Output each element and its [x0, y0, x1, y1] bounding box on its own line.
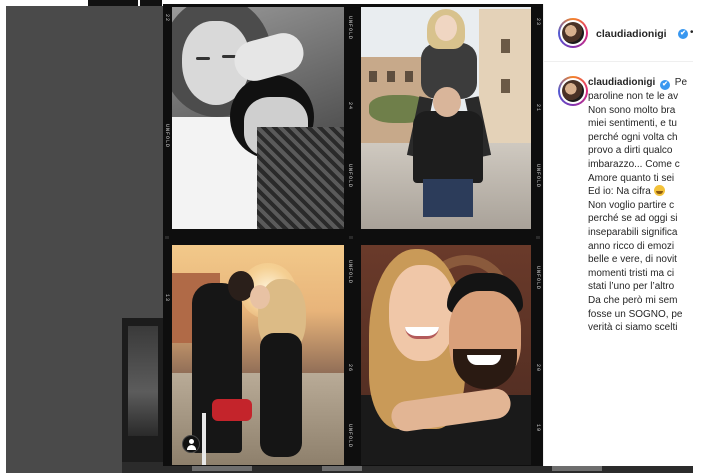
caption-line: Non sono molto bra — [588, 104, 676, 116]
post-header: claudiadionigi ✔ • — [544, 4, 694, 62]
caption-line: anno ricco di emozi — [588, 240, 675, 252]
caption-line: inseparabili significa — [588, 226, 678, 238]
film-brand: UNFOLD — [347, 260, 353, 285]
film-brand: UNFOLD — [164, 124, 170, 149]
caption-line: paroline non te le av — [588, 91, 679, 102]
film-frame-number: 21 — [535, 104, 541, 113]
author-avatar[interactable] — [558, 18, 588, 48]
background-photo-fragment — [122, 318, 164, 473]
caption-line: perché ogni volta ch — [588, 131, 678, 143]
caption-line-with-emoji: Ed io: Na cifra — [588, 185, 694, 199]
user-tag-icon[interactable] — [182, 435, 200, 453]
photo-selfie — [361, 245, 531, 465]
left-white-edge — [0, 0, 6, 473]
verified-icon: ✔ — [678, 29, 688, 39]
film-strip-collage: 22 UNFOLD UNFOLD 24 UNFOLD 23 21 UNFOLD … — [163, 4, 543, 466]
caption-line: miei sentimenti, e tu — [588, 118, 677, 130]
grinning-face-emoji-icon — [653, 185, 665, 197]
film-frame-number: 13 — [164, 294, 170, 303]
caption-username[interactable]: claudiadionigi — [588, 77, 655, 88]
post-modal: 22 UNFOLD UNFOLD 24 UNFOLD 23 21 UNFOLD … — [163, 4, 694, 466]
caption-first-line: claudiadionigi ✔ Pe — [588, 76, 694, 90]
caption-line: Non voglio partire c — [588, 199, 675, 211]
film-brand: UNFOLD — [347, 424, 353, 449]
film-frame-number: 22 — [164, 14, 170, 23]
photo-kiss-sunset — [172, 245, 344, 465]
caption-line: perché se ad oggi si — [588, 213, 678, 225]
film-frame-number: 26 — [347, 364, 353, 373]
photo-piggyback — [361, 7, 531, 229]
film-sprocket — [165, 236, 169, 239]
caption-line: provo a dirti qualco — [588, 145, 673, 157]
caption-line: Ed io: Na cifra — [588, 186, 651, 198]
film-brand: UNFOLD — [347, 164, 353, 189]
caption-line: verità ci siamo scelti — [588, 322, 678, 334]
film-frame-number: 20 — [535, 364, 541, 373]
film-brand: UNFOLD — [535, 266, 541, 291]
post-info-panel: claudiadionigi ✔ • claudiadionigi ✔ Pe p… — [543, 4, 694, 466]
author-username[interactable]: claudiadionigi — [596, 28, 667, 40]
caption-line: Amore quanto ti sei — [588, 172, 675, 184]
film-sprocket — [349, 236, 353, 239]
film-frame-number: 19 — [535, 424, 541, 433]
film-frame-number: 23 — [535, 18, 541, 27]
caption-line: belle e vere, di novit — [588, 254, 677, 266]
right-white-edge — [693, 0, 724, 473]
caption-line: fosse un SOGNO, pe — [588, 308, 683, 320]
film-sprocket — [536, 236, 540, 239]
film-frame-number: 24 — [347, 102, 353, 111]
caption-line: stati l’uno per l’altro — [588, 281, 675, 293]
film-brand: UNFOLD — [535, 164, 541, 189]
caption-line: Pe — [674, 77, 688, 88]
photo-couple-bw — [172, 7, 344, 229]
caption-line: Da che però mi sem — [588, 294, 678, 306]
caption-avatar[interactable] — [558, 76, 588, 106]
caption-line: imbarazzo... Come c — [588, 158, 680, 170]
verified-icon: ✔ — [660, 80, 671, 90]
post-caption: claudiadionigi ✔ Pe paroline non te le a… — [588, 76, 694, 466]
film-brand: UNFOLD — [347, 16, 353, 41]
caption-line: momenti tristi ma ci — [588, 267, 675, 279]
